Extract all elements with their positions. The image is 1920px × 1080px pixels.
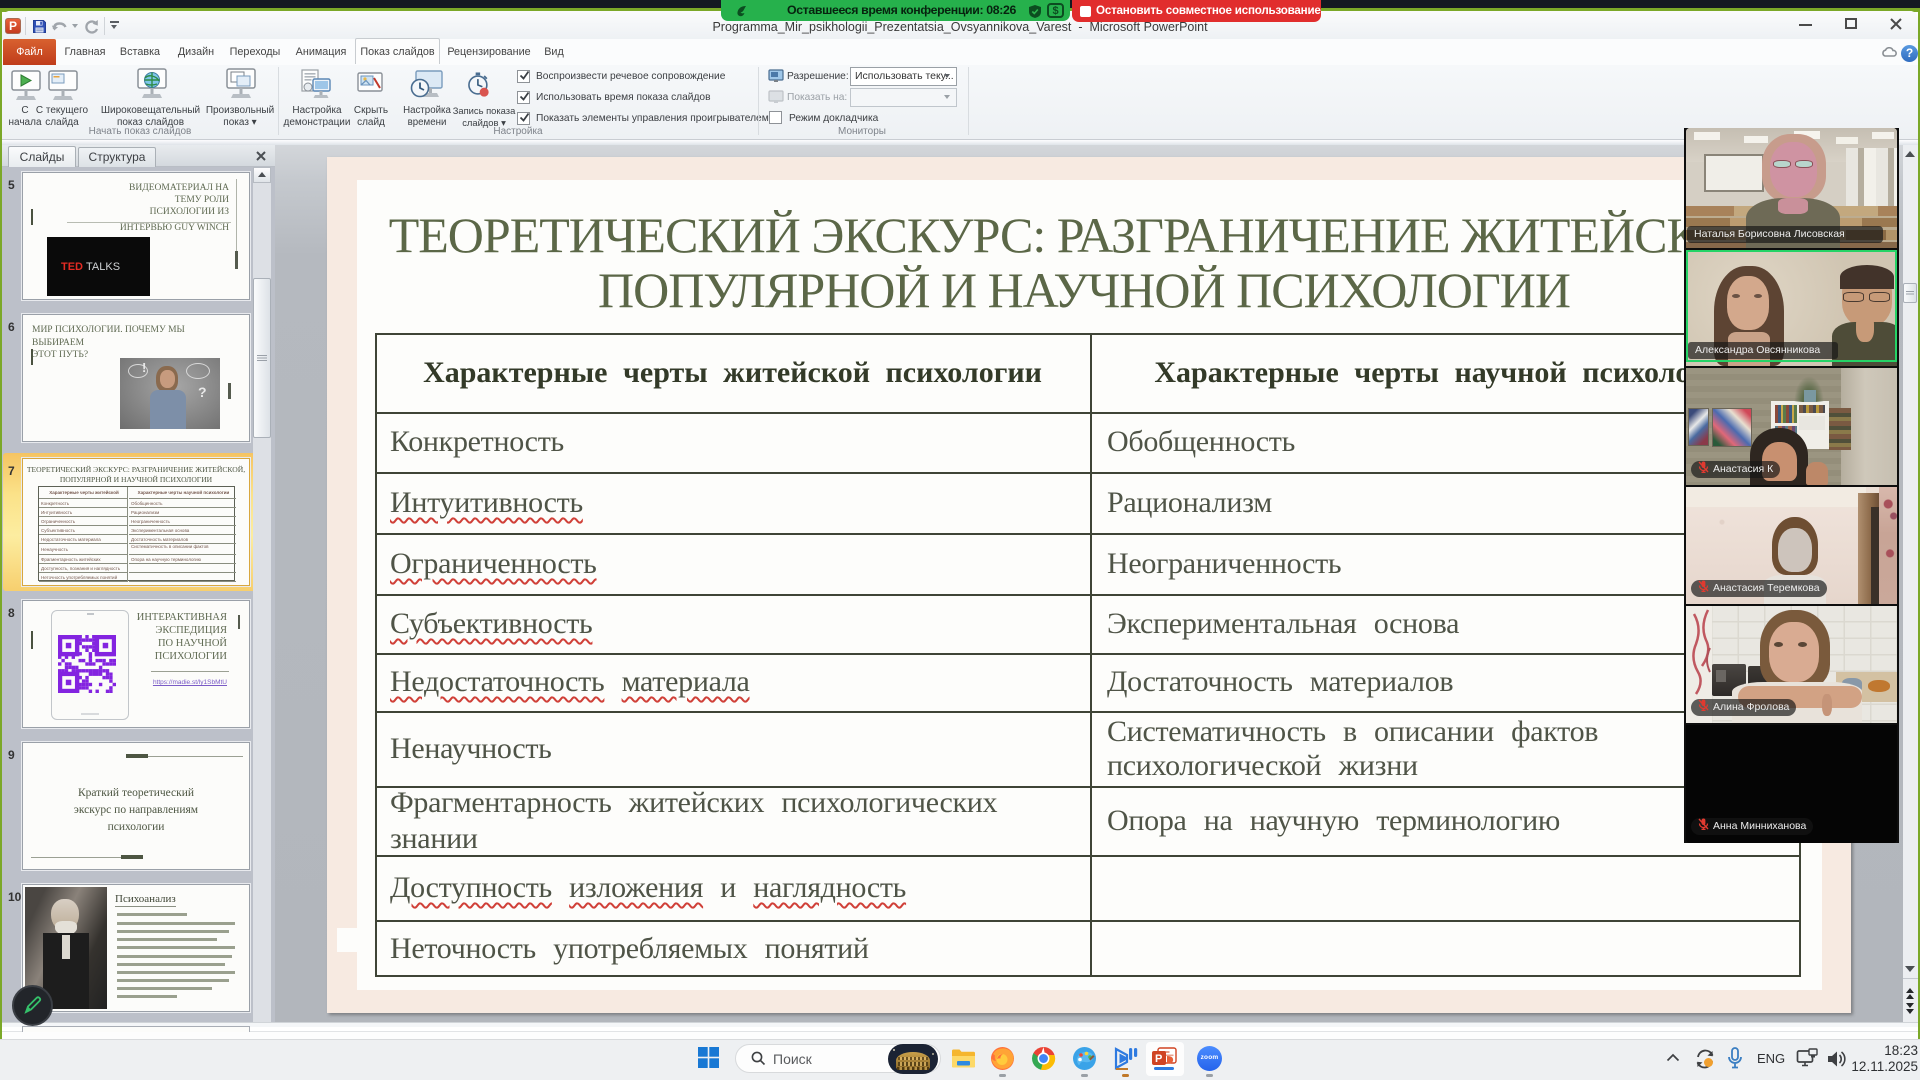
svg-text:P: P [1155,1053,1162,1065]
